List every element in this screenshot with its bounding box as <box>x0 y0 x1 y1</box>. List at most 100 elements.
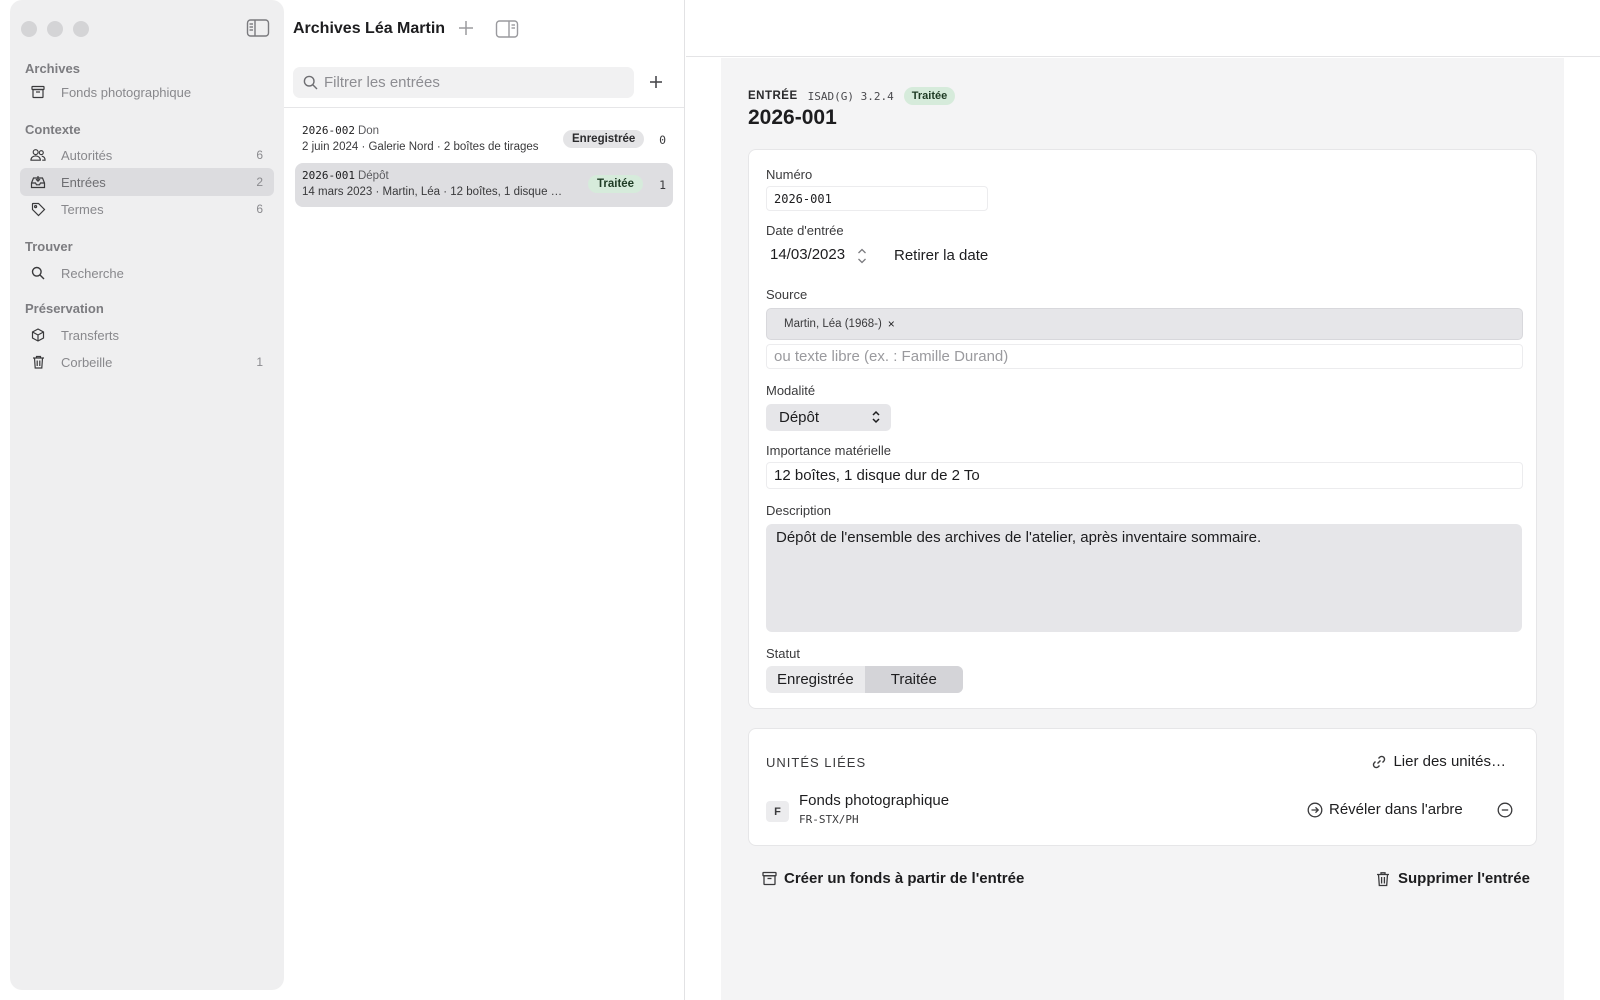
sidebar-item-entrees[interactable]: Entrées 2 <box>20 168 274 196</box>
numero-label: Numéro <box>766 167 813 182</box>
link-units-label: Lier des unités… <box>1393 753 1506 770</box>
statut-label: Statut <box>766 646 800 661</box>
unit-code: FR-STX/PH <box>799 813 859 826</box>
reveal-in-tree-button[interactable]: Révéler dans l'arbre <box>1307 801 1463 818</box>
sidebar-item-label: Autorités <box>61 147 113 163</box>
entries-list-pane: Archives Léa Martin 2026-002Don 2 juin 2… <box>284 0 685 1000</box>
close-window-button[interactable] <box>21 21 37 37</box>
people-icon <box>30 147 46 163</box>
kicker-type: ENTRÉE <box>748 90 798 102</box>
link-units-button[interactable]: Lier des unités… <box>1371 753 1506 770</box>
description-label: Description <box>766 503 832 518</box>
sidebar-item-label: Recherche <box>61 265 124 281</box>
detail-kicker: ENTRÉE ISAD(G) 3.2.4 Traitée <box>748 87 956 105</box>
plus-icon[interactable] <box>456 18 476 38</box>
inspector-icon[interactable] <box>495 19 519 39</box>
zoom-window-button[interactable] <box>73 21 89 37</box>
modalite-value: Dépôt <box>779 409 820 426</box>
search-icon <box>303 75 318 90</box>
clear-date-button[interactable]: Retirer la date <box>894 247 988 264</box>
sidebar-item-transferts[interactable]: Transferts <box>20 321 274 349</box>
source-token-field[interactable]: Martin, Léa (1968-) × <box>766 308 1523 340</box>
entry-modality: Don <box>357 125 380 137</box>
importance-field[interactable]: 12 boîtes, 1 disque dur de 2 To <box>766 462 1523 489</box>
status-badge: Traitée <box>588 175 644 193</box>
delete-entry-label: Supprimer l'entrée <box>1398 870 1530 887</box>
sidebar-item-count: 2 <box>256 175 263 189</box>
link-icon <box>1371 754 1387 770</box>
add-entry-icon[interactable] <box>646 72 666 92</box>
entry-count: 1 <box>659 178 666 192</box>
minimize-window-button[interactable] <box>47 21 63 37</box>
source-token[interactable]: Martin, Léa (1968-) <box>784 318 882 330</box>
date-stepper-icon[interactable] <box>856 246 868 266</box>
cube-icon <box>30 327 46 343</box>
minus-circle-icon[interactable] <box>1497 802 1513 818</box>
numero-field[interactable]: 2026-001 <box>766 186 988 211</box>
sidebar-item-count: 6 <box>256 202 263 216</box>
entry-row-2026-002[interactable]: 2026-002 Don 2 juin 2024 · Galerie Nord ·… <box>295 118 673 162</box>
sidebar-item-label: Corbeille <box>61 354 113 370</box>
reveal-in-tree-label: Révéler dans l'arbre <box>1329 801 1463 818</box>
importance-label: Importance matérielle <box>766 443 891 458</box>
entry-row-2026-001[interactable]: 2026-001 Dépôt 14 mars 2023 · Martin, Léa… <box>295 163 673 207</box>
filter-field[interactable] <box>293 67 634 98</box>
remove-token-button[interactable]: × <box>888 317 895 331</box>
units-section-title: UNITÉS LIÉES <box>766 755 867 770</box>
modalite-select[interactable]: Dépôt <box>766 404 891 431</box>
filter-input[interactable] <box>324 74 614 91</box>
sidebar-section-trouver: Trouver <box>25 239 73 254</box>
description-textarea[interactable]: Dépôt de l'ensemble des archives de l'at… <box>766 524 1522 632</box>
detail-toolbar <box>686 0 1600 57</box>
delete-entry-button[interactable]: Supprimer l'entrée <box>1376 870 1530 887</box>
date-field[interactable]: 14/03/2023 <box>770 246 845 263</box>
linked-units-card: UNITÉS LIÉES Lier des unités… F Fonds ph… <box>748 728 1537 846</box>
entry-subtitle: 14 mars 2023 · Martin, Léa · 12 boîtes, … <box>302 186 564 198</box>
tag-icon <box>30 201 46 217</box>
status-badge: Traitée <box>903 87 956 105</box>
sidebar-toggle-icon[interactable] <box>246 18 270 38</box>
sidebar-item-recherche[interactable]: Recherche <box>20 259 274 287</box>
sidebar-item-label: Termes <box>61 201 104 217</box>
create-fonds-button[interactable]: Créer un fonds à partir de l'entrée <box>762 870 1024 887</box>
trash-icon <box>30 354 46 370</box>
search-icon <box>30 265 46 281</box>
sidebar-item-corbeille[interactable]: Corbeille 1 <box>20 348 274 376</box>
sidebar-item-termes[interactable]: Termes 6 <box>20 195 274 223</box>
entry-form-card: Numéro 2026-001 Date d'entrée 14/03/2023… <box>748 149 1537 709</box>
chevron-updown-icon <box>871 410 881 424</box>
sidebar-section-archives: Archives <box>25 61 80 76</box>
source-free-text-input[interactable]: ou texte libre (ex. : Famille Durand) <box>766 344 1523 369</box>
archive-box-icon <box>762 871 778 887</box>
trash-icon <box>1376 871 1392 887</box>
create-fonds-label: Créer un fonds à partir de l'entrée <box>784 870 1025 887</box>
window-title: Archives Léa Martin <box>293 20 446 37</box>
entry-modality: Dépôt <box>357 170 389 182</box>
statut-option-enregistree[interactable]: Enregistrée <box>766 666 865 693</box>
statut-segmented-control: Enregistrée Traitée <box>766 666 963 693</box>
sidebar-item-label: Entrées <box>61 174 106 190</box>
statut-option-traitee[interactable]: Traitée <box>864 666 963 693</box>
divider <box>284 107 684 108</box>
sidebar: Archives Fonds photographique Contexte A… <box>10 0 284 990</box>
source-label: Source <box>766 287 808 302</box>
sidebar-section-preservation: Préservation <box>25 301 104 316</box>
sidebar-item-count: 6 <box>256 148 263 162</box>
kicker-standard: ISAD(G) 3.2.4 <box>807 89 894 103</box>
date-label: Date d'entrée <box>766 223 844 238</box>
sidebar-item-autorites[interactable]: Autorités 6 <box>20 141 274 169</box>
entry-code: 2026-002 <box>302 124 355 137</box>
detail-title: 2026-001 <box>748 106 837 129</box>
modalite-label: Modalité <box>766 383 816 398</box>
unit-name: Fonds photographique <box>799 792 950 809</box>
sidebar-item-label: Fonds photographique <box>61 84 192 100</box>
window-controls <box>21 21 89 37</box>
sidebar-item-count: 1 <box>256 355 263 369</box>
arrow-circle-icon <box>1307 802 1323 818</box>
entry-code: 2026-001 <box>302 169 355 182</box>
archive-box-icon <box>30 84 46 100</box>
unit-level-badge: F <box>766 801 789 822</box>
sidebar-section-contexte: Contexte <box>25 122 81 137</box>
sidebar-item-fonds-photographique[interactable]: Fonds photographique <box>20 78 274 106</box>
status-badge: Enregistrée <box>563 130 645 148</box>
